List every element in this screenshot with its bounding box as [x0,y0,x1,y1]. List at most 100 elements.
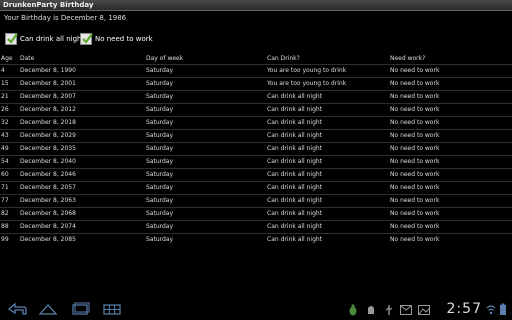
table-row: 26 December 8, 2012 Saturday Can drink all … [0,103,512,116]
cell-date: December 8, 2001 [20,80,76,87]
android-icon [368,306,374,314]
header-can-drink: Can Drink? [267,55,300,62]
table-row: 77 December 8, 2063 Saturday Can drink all … [0,194,512,207]
cell-can-drink: Can drink all night [267,236,323,243]
cell-age: 60 [1,171,9,178]
cell-need-work: No need to work [390,210,440,217]
cell-can-drink: Can drink all night [267,184,323,191]
table-row: 88 December 8, 2074 Saturday Can drink all … [0,220,512,233]
table-row: 43 December 8, 2029 Saturday Can drink all … [0,129,512,142]
cell-date: December 8, 1990 [20,67,76,74]
header-date: Date [20,55,35,62]
system-bar: 2:57 [0,298,512,320]
cell-need-work: No need to work [390,93,440,100]
cell-need-work: No need to work [390,197,440,204]
cell-need-work: No need to work [390,80,440,87]
cell-age: 21 [1,93,9,100]
table-row: 4 December 8, 1990 Saturday You are too you… [0,64,512,77]
cell-can-drink: Can drink all night [267,132,323,139]
cell-need-work: No need to work [390,158,440,165]
checkbox-box[interactable] [5,33,18,45]
cell-day-of-week: Saturday [146,223,174,230]
table-row: 54 December 8, 2040 Saturday Can drink all … [0,155,512,168]
cell-date: December 8, 2085 [20,236,76,243]
table-row: 60 December 8, 2046 Saturday Can drink all … [0,168,512,181]
header-day-of-week: Day of week [146,55,184,62]
cell-can-drink: You are too young to drink [267,80,347,87]
cell-can-drink: Can drink all night [267,223,323,230]
title-bar: DrunkenParty Birthday [0,0,512,11]
cell-can-drink: Can drink all night [267,145,323,152]
cell-can-drink: Can drink all night [267,106,323,113]
cell-can-drink: Can drink all night [267,158,323,165]
cell-need-work: No need to work [390,106,440,113]
cell-date: December 8, 2029 [20,132,76,139]
image-icon [418,305,430,315]
cell-can-drink: Can drink all night [267,93,323,100]
table-row: 21 December 8, 2007 Saturday Can drink all … [0,90,512,103]
check-icon [82,33,93,44]
table-row: 49 December 8, 2035 Saturday Can drink all … [0,142,512,155]
home-icon[interactable] [38,302,58,316]
check-icon [7,33,18,44]
cell-day-of-week: Saturday [146,119,174,126]
cell-need-work: No need to work [390,171,440,178]
table-row: 99 December 8, 2085 Saturday Can drink all … [0,233,512,246]
cell-can-drink: Can drink all night [267,171,323,178]
cell-date: December 8, 2046 [20,171,76,178]
gmail-icon [400,305,412,315]
checkbox-box[interactable] [80,33,93,45]
cell-day-of-week: Saturday [146,80,174,87]
cell-can-drink: Can drink all night [267,197,323,204]
table-row: 32 December 8, 2018 Saturday Can drink all … [0,116,512,129]
cell-age: 4 [1,67,5,74]
cell-date: December 8, 2018 [20,119,76,126]
cell-age: 88 [1,223,9,230]
cell-need-work: No need to work [390,132,440,139]
cell-day-of-week: Saturday [146,171,174,178]
cell-date: December 8, 2057 [20,184,76,191]
cell-date: December 8, 2007 [20,93,76,100]
cell-need-work: No need to work [390,236,440,243]
cell-date: December 8, 2074 [20,223,76,230]
bug-icon [349,304,357,316]
app-title: DrunkenParty Birthday [3,1,94,9]
cell-date: December 8, 2012 [20,106,76,113]
header-age: Age [1,55,13,62]
birthday-table: Age Date Day of week Can Drink? Need wor… [0,53,512,246]
back-icon[interactable] [6,302,28,316]
wifi-icon [486,305,496,315]
cell-can-drink: Can drink all night [267,210,323,217]
usb-icon [385,305,393,315]
cell-age: 99 [1,236,9,243]
checkbox-no-need-to-work[interactable]: No need to work [80,31,153,47]
grid-icon[interactable] [102,302,122,316]
cell-date: December 8, 2068 [20,210,76,217]
header-need-work: Need work? [390,55,426,62]
cell-day-of-week: Saturday [146,184,174,191]
cell-can-drink: You are too young to drink [267,67,347,74]
cell-day-of-week: Saturday [146,145,174,152]
cell-day-of-week: Saturday [146,197,174,204]
cell-date: December 8, 2063 [20,197,76,204]
cell-age: 43 [1,132,9,139]
table-row: 15 December 8, 2001 Saturday You are too yo… [0,77,512,90]
cell-day-of-week: Saturday [146,210,174,217]
checkbox-drink-all-night[interactable]: Can drink all night [5,31,84,47]
checkbox-label: No need to work [95,35,153,43]
table-row: 71 December 8, 2057 Saturday Can drink all … [0,181,512,194]
cell-age: 77 [1,197,9,204]
cell-age: 32 [1,119,9,126]
recent-apps-icon[interactable] [70,302,90,316]
cell-day-of-week: Saturday [146,132,174,139]
birthday-text: Your Birthday is December 8, 1986 [4,14,127,22]
cell-day-of-week: Saturday [146,93,174,100]
cell-age: 26 [1,106,9,113]
cell-age: 82 [1,210,9,217]
cell-date: December 8, 2040 [20,158,76,165]
cell-date: December 8, 2035 [20,145,76,152]
cell-day-of-week: Saturday [146,158,174,165]
cell-age: 15 [1,80,9,87]
battery-icon [500,303,506,315]
cell-age: 71 [1,184,9,191]
